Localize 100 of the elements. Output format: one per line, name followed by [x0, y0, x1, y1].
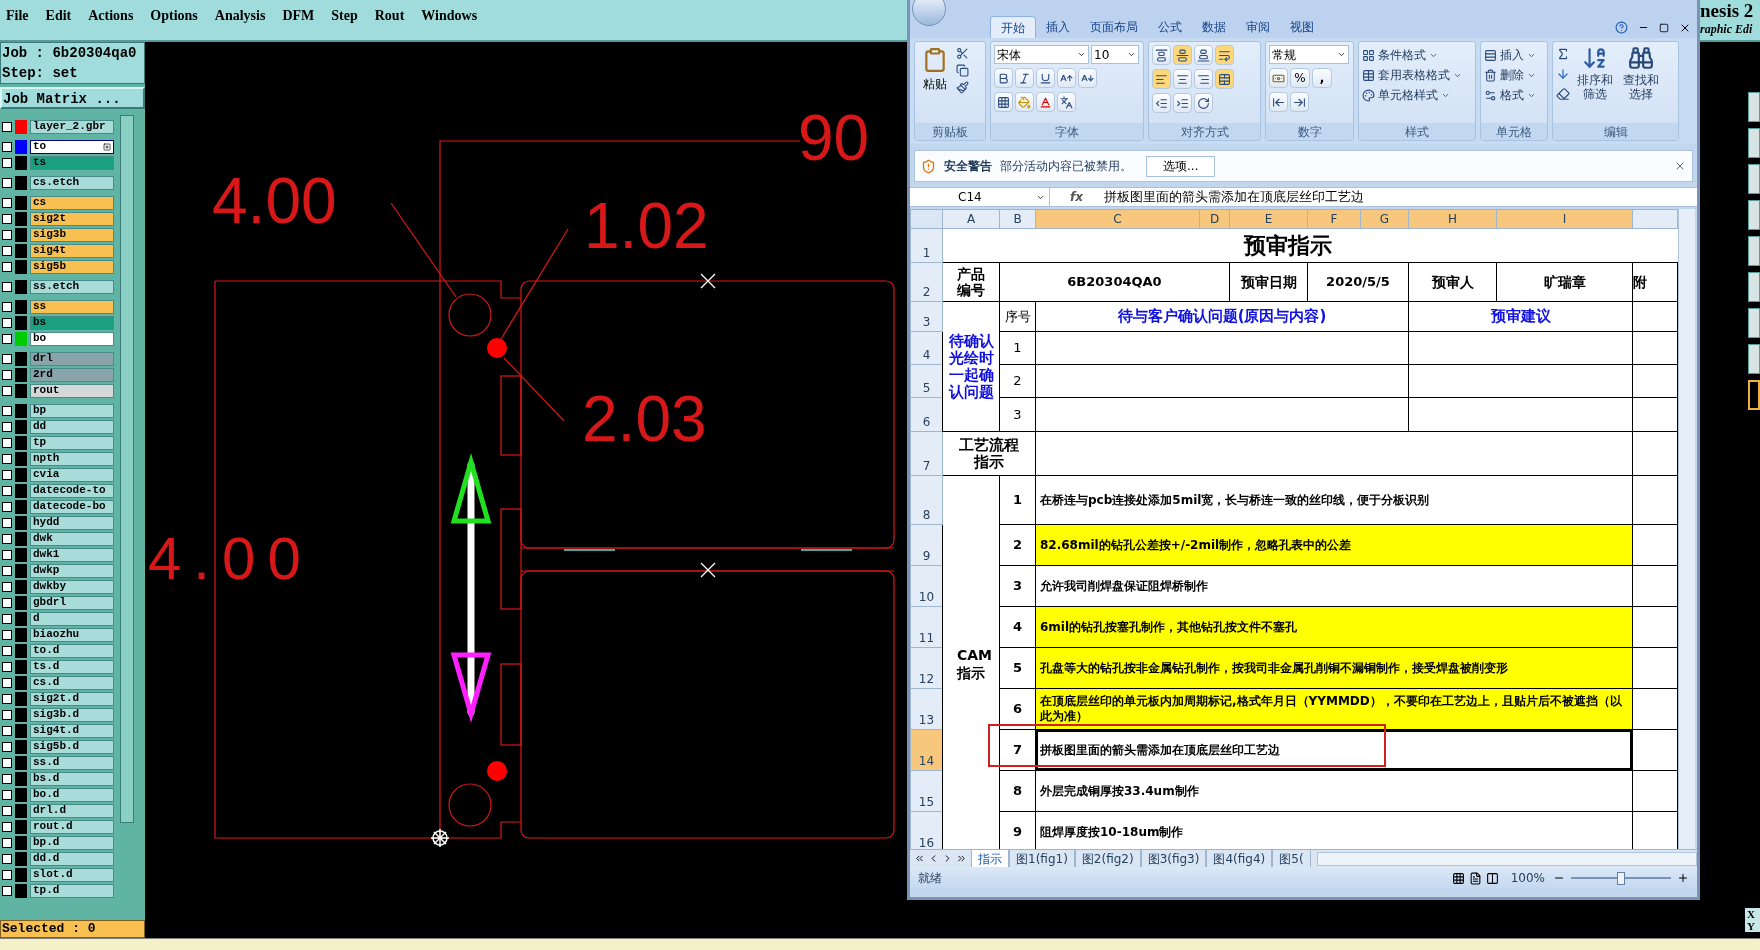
ribbon-tab[interactable]: 视图: [1280, 16, 1324, 38]
column-header[interactable]: C: [1035, 209, 1200, 229]
zoom-in-icon[interactable]: [1677, 872, 1689, 884]
layer-checkbox[interactable]: [2, 773, 12, 784]
column-header[interactable]: D: [1199, 209, 1230, 229]
layer-checkbox[interactable]: [2, 661, 12, 672]
layer-item[interactable]: sig3b: [30, 227, 114, 242]
row-header[interactable]: 15: [910, 770, 943, 812]
layer-checkbox[interactable]: [2, 333, 12, 344]
cells-menu-button[interactable]: 删除: [1484, 65, 1536, 85]
column-header[interactable]: B: [999, 209, 1036, 229]
help-icon[interactable]: [1615, 21, 1628, 34]
row-header[interactable]: 10: [910, 565, 943, 607]
layer-checkbox[interactable]: [2, 197, 12, 208]
layer-checkbox[interactable]: [2, 177, 12, 188]
layer-item[interactable]: bo: [30, 331, 114, 346]
row-header[interactable]: 1: [910, 228, 943, 263]
layer-checkbox[interactable]: [2, 885, 12, 896]
column-header[interactable]: A: [942, 209, 1000, 229]
menu-item[interactable]: Actions: [88, 5, 134, 26]
layer-item[interactable]: cvia: [30, 467, 114, 482]
layer-item[interactable]: sig3b.d: [30, 707, 114, 722]
ribbon-button[interactable]: [1057, 92, 1076, 112]
menu-item[interactable]: Analysis: [214, 5, 266, 26]
layer-item[interactable]: datecode-to: [30, 483, 114, 498]
layer-item[interactable]: dd: [30, 419, 114, 434]
layer-item[interactable]: rout: [30, 383, 114, 398]
layer-item[interactable]: bs.d: [30, 771, 114, 786]
find-select-button[interactable]: 查找和选择: [1620, 45, 1662, 101]
layer-item[interactable]: bs: [30, 315, 114, 330]
layer-item[interactable]: dwkby: [30, 579, 114, 594]
layer-checkbox[interactable]: [2, 317, 12, 328]
row-header[interactable]: 9: [910, 524, 943, 566]
layer-checkbox[interactable]: [2, 581, 12, 592]
zoom-slider-thumb[interactable]: [1617, 871, 1625, 885]
layer-checkbox[interactable]: [2, 533, 12, 544]
sort-filter-button[interactable]: 排序和筛选: [1574, 45, 1616, 101]
layer-item[interactable]: dwkp: [30, 563, 114, 578]
layer-item[interactable]: to.d: [30, 643, 114, 658]
layer-checkbox[interactable]: [2, 549, 12, 560]
layer-item[interactable]: dwk1: [30, 547, 114, 562]
layer-checkbox[interactable]: [2, 757, 12, 768]
instruction-cell[interactable]: 82.68mil的钻孔公差按+/-2mil制作，忽略孔表中的公差: [1036, 525, 1632, 565]
normal-view-icon[interactable]: [1451, 871, 1465, 885]
layer-checkbox[interactable]: [2, 837, 12, 848]
ribbon-button[interactable]: [1015, 68, 1034, 88]
style-menu-button[interactable]: 条件格式: [1362, 45, 1438, 65]
layer-checkbox[interactable]: [2, 405, 12, 416]
layer-item[interactable]: sig4t: [30, 243, 114, 258]
layer-item[interactable]: sig4t.d: [30, 723, 114, 738]
menu-item[interactable]: DFM: [282, 5, 315, 26]
layer-item[interactable]: ts: [30, 155, 114, 170]
vertical-scrollbar[interactable]: [1678, 209, 1695, 849]
layer-scrollbar[interactable]: [120, 115, 134, 823]
layer-checkbox[interactable]: [2, 725, 12, 736]
instruction-cell[interactable]: 拼板图里面的箭头需添加在顶底层丝印工艺边: [1036, 730, 1632, 770]
layer-checkbox[interactable]: [2, 677, 12, 688]
layer-checkbox[interactable]: [2, 741, 12, 752]
restore-icon[interactable]: [1659, 22, 1669, 33]
layer-checkbox[interactable]: [2, 301, 12, 312]
sheet-tab[interactable]: 图4(fig4): [1206, 850, 1273, 867]
column-header[interactable]: F: [1307, 209, 1361, 229]
layer-item[interactable]: gbdrl: [30, 595, 114, 610]
layer-checkbox[interactable]: [2, 385, 12, 396]
job-matrix-button[interactable]: Job Matrix ...: [0, 87, 145, 109]
font-name-field[interactable]: 宋体: [994, 45, 1089, 64]
layer-checkbox[interactable]: [2, 869, 12, 880]
ribbon-button[interactable]: [994, 68, 1013, 88]
layer-item[interactable]: tp: [30, 435, 114, 450]
layer-item[interactable]: sig5b.d: [30, 739, 114, 754]
zoom-slider[interactable]: [1571, 870, 1671, 886]
zoom-level[interactable]: 100%: [1510, 869, 1545, 887]
ribbon-button[interactable]: [1194, 69, 1213, 89]
layer-item[interactable]: ss.d: [30, 755, 114, 770]
menu-item[interactable]: Edit: [45, 5, 72, 26]
layer-item[interactable]: npth: [30, 451, 114, 466]
column-header[interactable]: G: [1360, 209, 1409, 229]
ribbon-button[interactable]: [1036, 68, 1055, 88]
ribbon-button[interactable]: [1269, 68, 1288, 88]
first-sheet-icon[interactable]: [914, 853, 925, 864]
ribbon-button[interactable]: [1173, 45, 1192, 65]
layer-checkbox[interactable]: [2, 369, 12, 380]
layer-checkbox[interactable]: [2, 709, 12, 720]
instruction-cell[interactable]: 6mil的钻孔按塞孔制作，其他钻孔按文件不塞孔: [1036, 607, 1632, 647]
menu-item[interactable]: Rout: [374, 5, 405, 26]
ribbon-tab[interactable]: 开始: [990, 16, 1036, 38]
layer-item[interactable]: 2rd: [30, 367, 114, 382]
layer-checkbox[interactable]: [2, 629, 12, 640]
layer-checkbox[interactable]: [2, 565, 12, 576]
layer-checkbox[interactable]: [2, 789, 12, 800]
ribbon-tab[interactable]: 数据: [1192, 16, 1236, 38]
layer-item[interactable]: cs.d: [30, 675, 114, 690]
layer-checkbox[interactable]: [2, 805, 12, 816]
ribbon-button[interactable]: [1290, 92, 1309, 112]
layer-checkbox[interactable]: [2, 213, 12, 224]
layer-checkbox[interactable]: [2, 821, 12, 832]
row-header[interactable]: 6: [910, 397, 943, 432]
options-button[interactable]: 选项...: [1146, 155, 1216, 177]
layer-checkbox[interactable]: [2, 645, 12, 656]
layer-item[interactable]: cs: [30, 195, 114, 210]
